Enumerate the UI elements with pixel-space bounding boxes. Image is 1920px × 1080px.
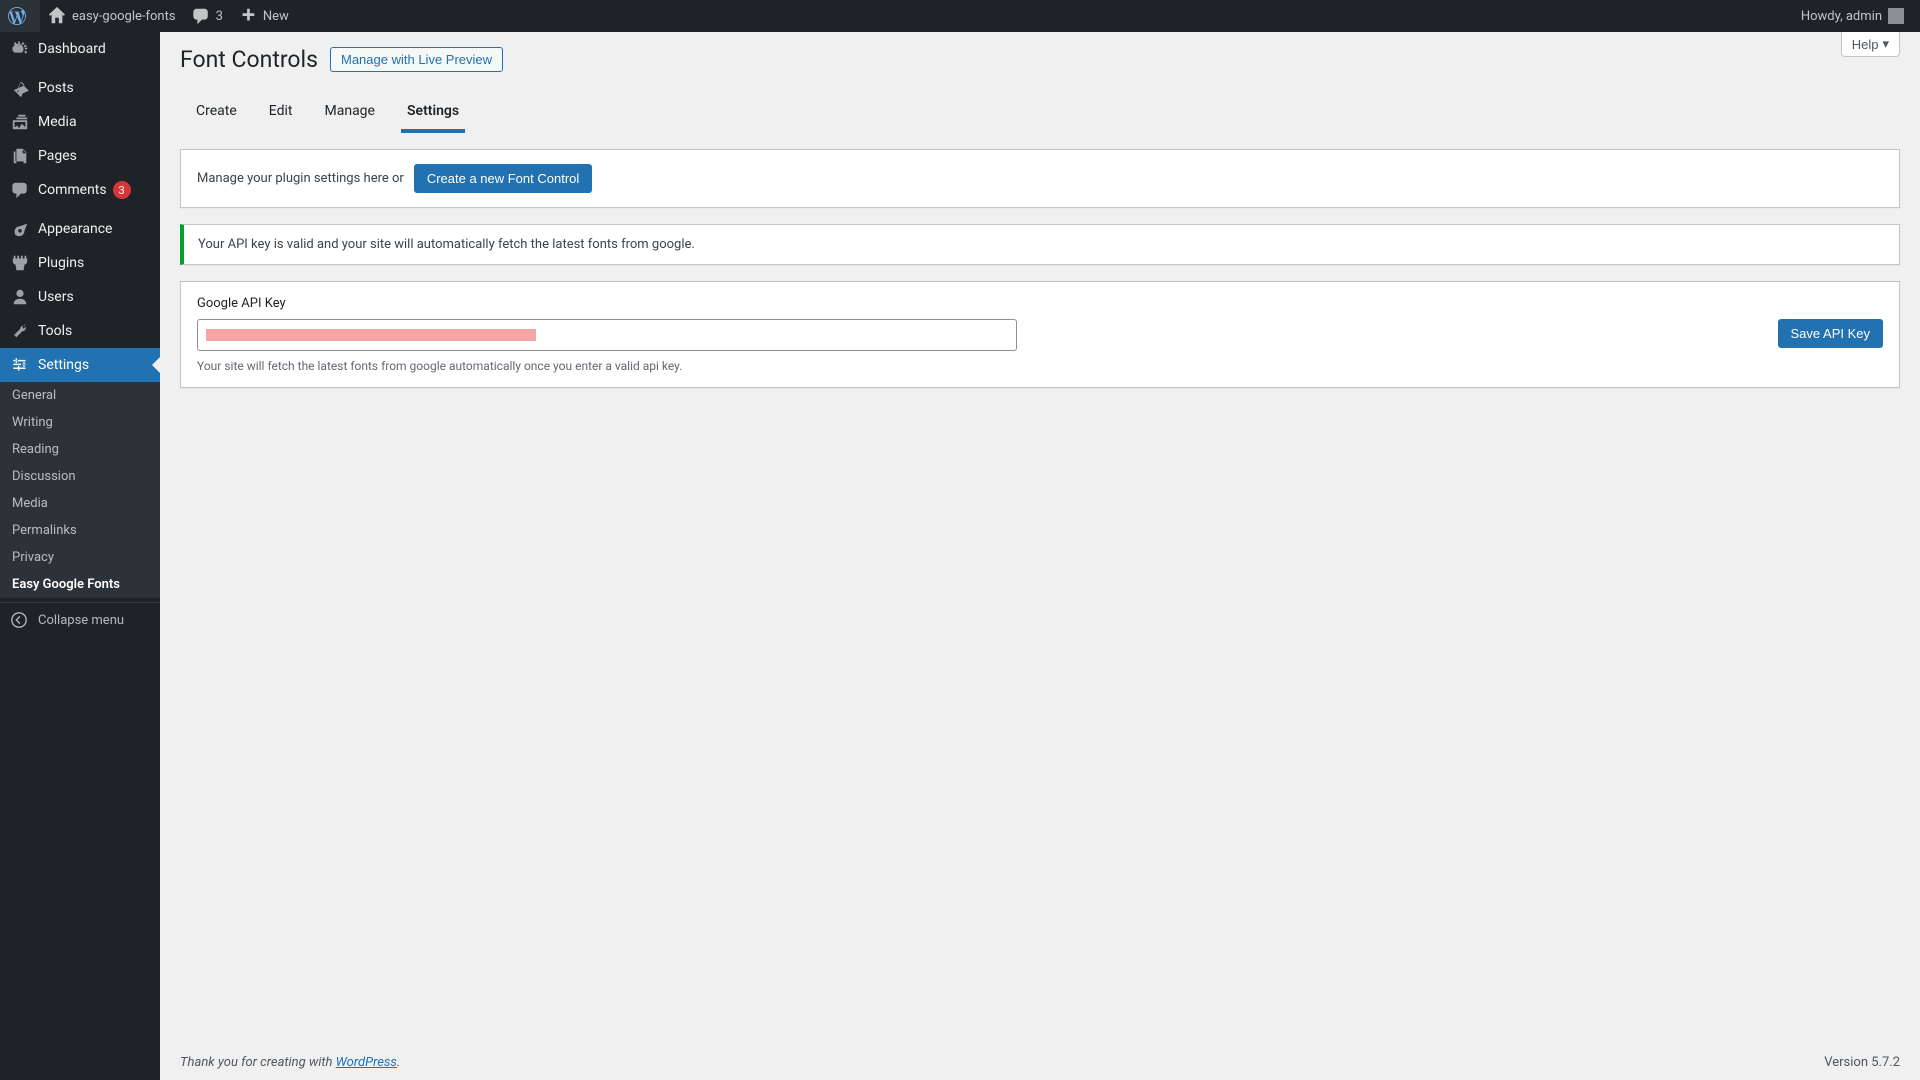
sidebar-label: Media [38,114,77,130]
brush-icon [10,220,30,238]
comment-icon [192,7,210,25]
site-name-label: easy-google-fonts [72,9,176,24]
sidebar-label: Appearance [38,221,112,237]
sidebar-label: Comments [38,182,107,198]
footer-thanks: Thank you for creating with WordPress. [180,1055,400,1070]
manage-live-preview-button[interactable]: Manage with Live Preview [330,47,503,72]
admin-bar-left: easy-google-fonts 3 New [0,0,297,32]
intro-text: Manage your plugin settings here or [197,171,404,186]
sidebar-item-media[interactable]: Media [0,105,160,139]
intro-card: Manage your plugin settings here or Crea… [180,149,1900,208]
admin-bar-right: Howdy, admin [1793,0,1920,32]
comment-count-label: 3 [216,9,223,24]
sidebar-sub-discussion[interactable]: Discussion [0,463,160,490]
plus-icon [239,7,257,25]
dashboard-icon [10,40,30,58]
tab-create[interactable]: Create [190,93,243,133]
sidebar-sub-permalinks[interactable]: Permalinks [0,517,160,544]
chevron-down-icon: ▾ [1882,36,1889,52]
tabs: Create Edit Manage Settings [180,93,1900,133]
plug-icon [10,254,30,272]
sliders-icon [10,356,30,374]
sidebar-label: Users [38,289,74,305]
api-help-text: Your site will fetch the latest fonts fr… [197,359,1017,373]
footer: Thank you for creating with WordPress. V… [160,1045,1920,1080]
sidebar-label: Pages [38,148,77,164]
sidebar-sub-general[interactable]: General [0,382,160,409]
sidebar-item-tools[interactable]: Tools [0,314,160,348]
avatar [1888,8,1904,24]
wordpress-icon [8,7,26,25]
wordpress-link[interactable]: WordPress [336,1055,397,1070]
tab-settings[interactable]: Settings [401,93,465,133]
api-card: Google API Key Your site will fetch the … [180,281,1900,388]
new-label: New [263,9,289,24]
sidebar-sub-privacy[interactable]: Privacy [0,544,160,571]
admin-bar: easy-google-fonts 3 New Howdy, admin [0,0,1920,32]
wrench-icon [10,322,30,340]
collapse-icon [10,611,30,629]
sidebar-label: Plugins [38,255,84,271]
version-label: Version 5.7.2 [1824,1055,1900,1070]
sidebar-item-users[interactable]: Users [0,280,160,314]
home-icon [48,7,66,25]
sidebar-item-plugins[interactable]: Plugins [0,246,160,280]
site-name-menu[interactable]: easy-google-fonts [40,0,184,32]
tab-manage[interactable]: Manage [319,93,381,133]
media-icon [10,113,30,131]
collapse-label: Collapse menu [38,613,124,628]
redacted-value [206,329,536,341]
api-key-label: Google API Key [197,296,1883,311]
pages-icon [10,147,30,165]
sidebar-label: Dashboard [38,41,106,57]
sidebar-sub-writing[interactable]: Writing [0,409,160,436]
sidebar-sub-media[interactable]: Media [0,490,160,517]
sidebar-item-appearance[interactable]: Appearance [0,212,160,246]
sidebar-item-dashboard[interactable]: Dashboard [0,32,160,66]
api-key-input[interactable] [197,319,1017,351]
sidebar-label: Settings [38,357,89,373]
notice-text: Your API key is valid and your site will… [198,237,695,252]
sidebar-item-comments[interactable]: Comments 3 [0,173,160,207]
admin-sidebar: Dashboard Posts Media Pages Comments 3 A… [0,32,160,1080]
sidebar-sub-egf[interactable]: Easy Google Fonts [0,571,160,598]
sidebar-label: Tools [38,323,72,339]
sidebar-item-posts[interactable]: Posts [0,71,160,105]
help-label: Help [1852,37,1879,52]
tab-edit[interactable]: Edit [263,93,299,133]
sidebar-label: Posts [38,80,74,96]
howdy-label: Howdy, admin [1801,9,1882,24]
help-tab-wrapper: Help ▾ [1841,32,1900,57]
comments-badge: 3 [113,181,131,199]
user-icon [10,288,30,306]
account-menu[interactable]: Howdy, admin [1793,0,1912,32]
sidebar-sub-reading[interactable]: Reading [0,436,160,463]
main-content: Help ▾ Font Controls Manage with Live Pr… [160,32,1920,1080]
pin-icon [10,79,30,97]
page-title: Font Controls [180,46,318,73]
page-header: Font Controls Manage with Live Preview [180,32,1900,73]
help-button[interactable]: Help ▾ [1841,32,1900,57]
comments-menu[interactable]: 3 [184,0,231,32]
wp-logo-menu[interactable] [0,0,40,32]
collapse-menu[interactable]: Collapse menu [0,602,160,637]
sidebar-item-pages[interactable]: Pages [0,139,160,173]
new-content-menu[interactable]: New [231,0,297,32]
comment-icon [10,181,30,199]
success-notice: Your API key is valid and your site will… [180,224,1900,265]
sidebar-item-settings[interactable]: Settings [0,348,160,382]
save-api-key-button[interactable]: Save API Key [1778,319,1884,348]
create-font-control-button[interactable]: Create a new Font Control [414,164,592,193]
